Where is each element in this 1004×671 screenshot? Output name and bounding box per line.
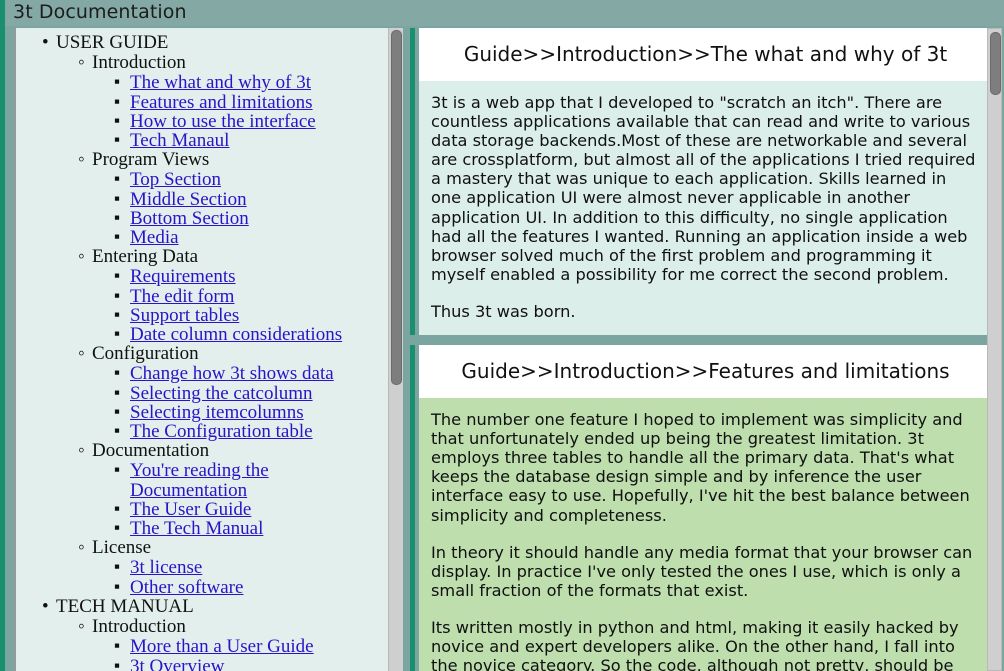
content-paragraph: 3t is a web app that I developed to "scr… (431, 93, 976, 284)
nav-group-label: Introduction (92, 617, 390, 637)
content-scrollbar-track[interactable] (987, 28, 1002, 671)
nav-link-item: The Configuration table (92, 421, 390, 442)
nav-link-item: Features and limitations (92, 92, 390, 113)
nav-section-label: TECH MANUAL (56, 597, 390, 617)
sidebar-nav-content: USER GUIDEIntroductionThe what and why o… (16, 28, 390, 671)
nav-link-item: The User Guide (92, 499, 390, 520)
nav-group-list: IntroductionMore than a User Guide3t Ove… (56, 617, 390, 671)
nav-link[interactable]: Features and limitations (130, 92, 313, 113)
nav-link-item: Requirements (92, 266, 390, 287)
nav-link[interactable]: Change how 3t shows data (130, 363, 334, 384)
nav-link-item: Bottom Section (92, 208, 390, 229)
nav-link-list: Change how 3t shows dataSelecting the ca… (92, 363, 390, 442)
nav-link[interactable]: 3t Overview (130, 656, 224, 671)
content-paragraph: Thus 3t was born. (431, 301, 576, 321)
nav-group: Entering DataRequirementsThe edit formSu… (56, 247, 390, 344)
nav-link[interactable]: Top Section (130, 169, 221, 190)
nav-link-item: Media (92, 227, 390, 248)
nav-link[interactable]: The Tech Manual (130, 518, 263, 539)
nav-link-item: Date column considerations (92, 324, 390, 345)
nav-group: DocumentationYou're reading the Document… (56, 441, 390, 538)
content-section-body: The number one feature I hoped to implem… (419, 398, 992, 671)
nav-section: TECH MANUALIntroductionMore than a User … (16, 597, 390, 671)
sidebar-nav-pane: USER GUIDEIntroductionThe what and why o… (13, 28, 403, 671)
nav-link-list: The what and why of 3tFeatures and limit… (92, 72, 390, 151)
nav-link-item: The Tech Manual (92, 518, 390, 539)
nav-link-item: You're reading the Documentation (92, 460, 390, 500)
nav-link-item: Support tables (92, 305, 390, 326)
nav-link[interactable]: You're reading the Documentation (130, 460, 269, 500)
content-paragraph: In theory it should handle any media for… (431, 542, 973, 600)
nav-section-label: USER GUIDE (56, 33, 390, 53)
sidebar-scrollbar-thumb[interactable] (391, 30, 402, 385)
nav-group: ConfigurationChange how 3t shows dataSel… (56, 344, 390, 441)
page-title: 3t Documentation (13, 1, 187, 23)
content-paragraph: Its written mostly in python and html, m… (431, 617, 959, 671)
nav-root-list: USER GUIDEIntroductionThe what and why o… (16, 28, 390, 671)
content-scrollbar-thumb[interactable] (990, 32, 1001, 95)
nav-link-list: RequirementsThe edit formSupport tablesD… (92, 266, 390, 345)
nav-link[interactable]: How to use the interface (130, 111, 316, 132)
nav-link[interactable]: Date column considerations (130, 324, 342, 345)
nav-link-item: 3t Overview (92, 655, 390, 671)
nav-group-label: Configuration (92, 344, 390, 364)
nav-link[interactable]: Other software (130, 577, 243, 598)
nav-link[interactable]: Tech Manaul (130, 130, 229, 151)
nav-link[interactable]: Selecting itemcolumns (130, 402, 304, 423)
nav-link-item: Change how 3t shows data (92, 363, 390, 384)
nav-link-item: Selecting itemcolumns (92, 402, 390, 423)
nav-link[interactable]: The User Guide (130, 499, 251, 520)
content-section-body: 3t is a web app that I developed to "scr… (419, 81, 992, 336)
nav-group-label: Program Views (92, 150, 390, 170)
nav-group-list: IntroductionThe what and why of 3tFeatur… (56, 53, 390, 597)
nav-link-item: Top Section (92, 169, 390, 190)
nav-link-item: How to use the interface (92, 111, 390, 132)
content-sections: Guide>>Introduction>>The what and why of… (410, 28, 992, 671)
nav-link-item: 3t license (92, 557, 390, 578)
nav-link-item: Tech Manaul (92, 130, 390, 151)
content-paragraph: The number one feature I hoped to implem… (431, 410, 970, 525)
content-pane: Guide>>Introduction>>The what and why of… (410, 28, 1004, 671)
content-section-title: Guide>>Introduction>>Features and limita… (419, 345, 992, 399)
nav-link-item: Selecting the catcolumn (92, 383, 390, 404)
nav-group: IntroductionMore than a User Guide3t Ove… (56, 617, 390, 671)
content-section-title: Guide>>Introduction>>The what and why of… (419, 28, 992, 81)
nav-group: Program ViewsTop SectionMiddle SectionBo… (56, 150, 390, 247)
nav-link-item: More than a User Guide (92, 636, 390, 657)
nav-link-item: The what and why of 3t (92, 72, 390, 93)
nav-link[interactable]: Middle Section (130, 189, 247, 210)
nav-group-label: License (92, 538, 390, 558)
nav-group-label: Documentation (92, 441, 390, 461)
nav-section: USER GUIDEIntroductionThe what and why o… (16, 33, 390, 597)
documentation-window: 3t Documentation USER GUIDEIntroductionT… (0, 0, 1004, 671)
nav-link[interactable]: The Configuration table (130, 421, 313, 442)
content-section: Guide>>Introduction>>Features and limita… (410, 345, 992, 671)
nav-link[interactable]: Requirements (130, 266, 236, 287)
nav-link[interactable]: The edit form (130, 286, 234, 307)
nav-link-list: You're reading the DocumentationThe User… (92, 460, 390, 539)
nav-link[interactable]: More than a User Guide (130, 636, 314, 657)
nav-link-list: More than a User Guide3t Overview (92, 636, 390, 671)
sidebar-scrollbar-track[interactable] (388, 28, 403, 671)
nav-link[interactable]: Media (130, 227, 179, 248)
nav-group: IntroductionThe what and why of 3tFeatur… (56, 53, 390, 150)
nav-link[interactable]: Support tables (130, 305, 239, 326)
nav-link-item: Middle Section (92, 189, 390, 210)
nav-link-list: Top SectionMiddle SectionBottom SectionM… (92, 169, 390, 248)
nav-group: License3t licenseOther software (56, 538, 390, 597)
nav-link-item: Other software (92, 577, 390, 598)
nav-link[interactable]: 3t license (130, 557, 202, 578)
content-section: Guide>>Introduction>>The what and why of… (410, 28, 992, 336)
nav-group-label: Entering Data (92, 247, 390, 267)
nav-link[interactable]: Selecting the catcolumn (130, 383, 313, 404)
nav-link-list: 3t licenseOther software (92, 557, 390, 598)
nav-link[interactable]: The what and why of 3t (130, 72, 311, 93)
nav-link[interactable]: Bottom Section (130, 208, 249, 229)
nav-group-label: Introduction (92, 53, 390, 73)
window-header: 3t Documentation (5, 0, 1004, 26)
nav-link-item: The edit form (92, 286, 390, 307)
